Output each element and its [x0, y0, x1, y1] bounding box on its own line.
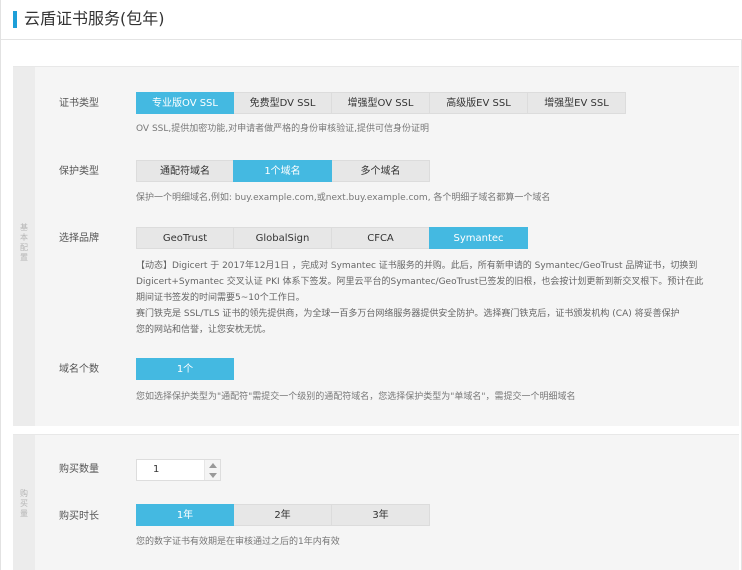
quantity-stepper[interactable]: 1	[136, 459, 221, 481]
domain-count-option-1[interactable]: 1个	[136, 358, 234, 380]
cert-type-option-enhanced-ov[interactable]: 增强型OV SSL	[331, 92, 430, 114]
cert-type-options: 专业版OV SSL 免费型DV SSL 增强型OV SSL 高级版EV SSL …	[136, 92, 626, 114]
domain-count-options: 1个	[136, 358, 234, 380]
brand-option-globalsign[interactable]: GlobalSign	[233, 227, 332, 249]
brand-description: 【动态】Digicert 于 2017年12月1日 ，完成对 Symantec …	[136, 258, 736, 338]
cert-type-option-enhanced-ev[interactable]: 增强型EV SSL	[527, 92, 626, 114]
brand-description-line: 【动态】Digicert 于 2017年12月1日 ，完成对 Symantec …	[136, 261, 698, 271]
protect-type-option-wildcard[interactable]: 通配符域名	[136, 160, 234, 182]
cert-type-label: 证书类型	[59, 98, 99, 109]
cert-type-option-pro-ov[interactable]: 专业版OV SSL	[136, 92, 234, 114]
protect-type-label: 保护类型	[59, 166, 99, 177]
brand-options: GeoTrust GlobalSign CFCA Symantec	[136, 227, 528, 249]
title-accent-bar	[13, 11, 17, 28]
cert-type-option-free-dv[interactable]: 免费型DV SSL	[233, 92, 332, 114]
page-title: 云盾证书服务(包年)	[24, 9, 165, 28]
duration-label: 购买时长	[59, 511, 99, 522]
brand-option-cfca[interactable]: CFCA	[331, 227, 430, 249]
section-side-tab: 购买量	[13, 435, 35, 570]
protect-type-option-single[interactable]: 1个域名	[233, 160, 332, 182]
chevron-up-icon	[208, 462, 217, 468]
brand-option-geotrust[interactable]: GeoTrust	[136, 227, 234, 249]
domain-count-hint: 您如选择保护类型为"通配符"需提交一个级别的通配符域名，您选择保护类型为"单域名…	[136, 392, 576, 402]
duration-option-1y[interactable]: 1年	[136, 504, 234, 526]
protect-type-options: 通配符域名 1个域名 多个域名	[136, 160, 430, 182]
duration-option-2y[interactable]: 2年	[233, 504, 332, 526]
brand-label: 选择品牌	[59, 233, 99, 244]
duration-options: 1年 2年 3年	[136, 504, 430, 526]
domain-count-label: 域名个数	[59, 364, 99, 375]
brand-option-symantec[interactable]: Symantec	[429, 227, 528, 249]
duration-hint: 您的数字证书有效期是在审核通过之后的1年内有效	[136, 537, 340, 547]
quantity-label: 购买数量	[59, 464, 99, 475]
section-side-tab: 基本配置	[13, 67, 35, 426]
duration-option-3y[interactable]: 3年	[331, 504, 430, 526]
brand-description-line: Digicert+Symantec 交叉认证 PKI 体系下签发。阿里云平台的S…	[136, 277, 704, 287]
basic-config-section: 基本配置 证书类型 专业版OV SSL 免费型DV SSL 增强型OV SSL …	[13, 66, 739, 426]
quantity-arrows	[204, 460, 220, 480]
section-side-label: 购买量	[20, 489, 28, 518]
quantity-decrement-button[interactable]	[205, 470, 220, 480]
chevron-down-icon	[208, 472, 217, 478]
brand-description-line: 赛门铁克是 SSL/TLS 证书的领先提供商，为全球一百多万台网络服务器提供安全…	[136, 309, 680, 319]
quantity-increment-button[interactable]	[205, 460, 220, 470]
section-side-label: 基本配置	[20, 223, 28, 262]
quantity-value[interactable]: 1	[137, 460, 204, 480]
brand-description-line: 您的网站和信誉，让您安枕无忧。	[136, 325, 272, 335]
brand-description-line: 期间证书签发的时间需要5~10个工作日。	[136, 293, 305, 303]
protect-type-hint: 保护一个明细域名,例如: buy.example.com,或next.buy.e…	[136, 193, 551, 203]
cert-type-option-advanced-ev[interactable]: 高级版EV SSL	[429, 92, 528, 114]
page-header: 云盾证书服务(包年)	[1, 0, 742, 40]
protect-type-option-multi[interactable]: 多个域名	[331, 160, 430, 182]
purchase-section: 购买量 购买数量 1 购买时长 1年 2年 3年 您的数字证书有效期是在审核通过…	[13, 434, 739, 570]
cert-type-hint: OV SSL,提供加密功能,对申请者做严格的身份审核验证,提供可信身份证明	[136, 124, 429, 134]
page-frame: 云盾证书服务(包年) 基本配置 证书类型 专业版OV SSL 免费型DV SSL…	[0, 0, 742, 570]
